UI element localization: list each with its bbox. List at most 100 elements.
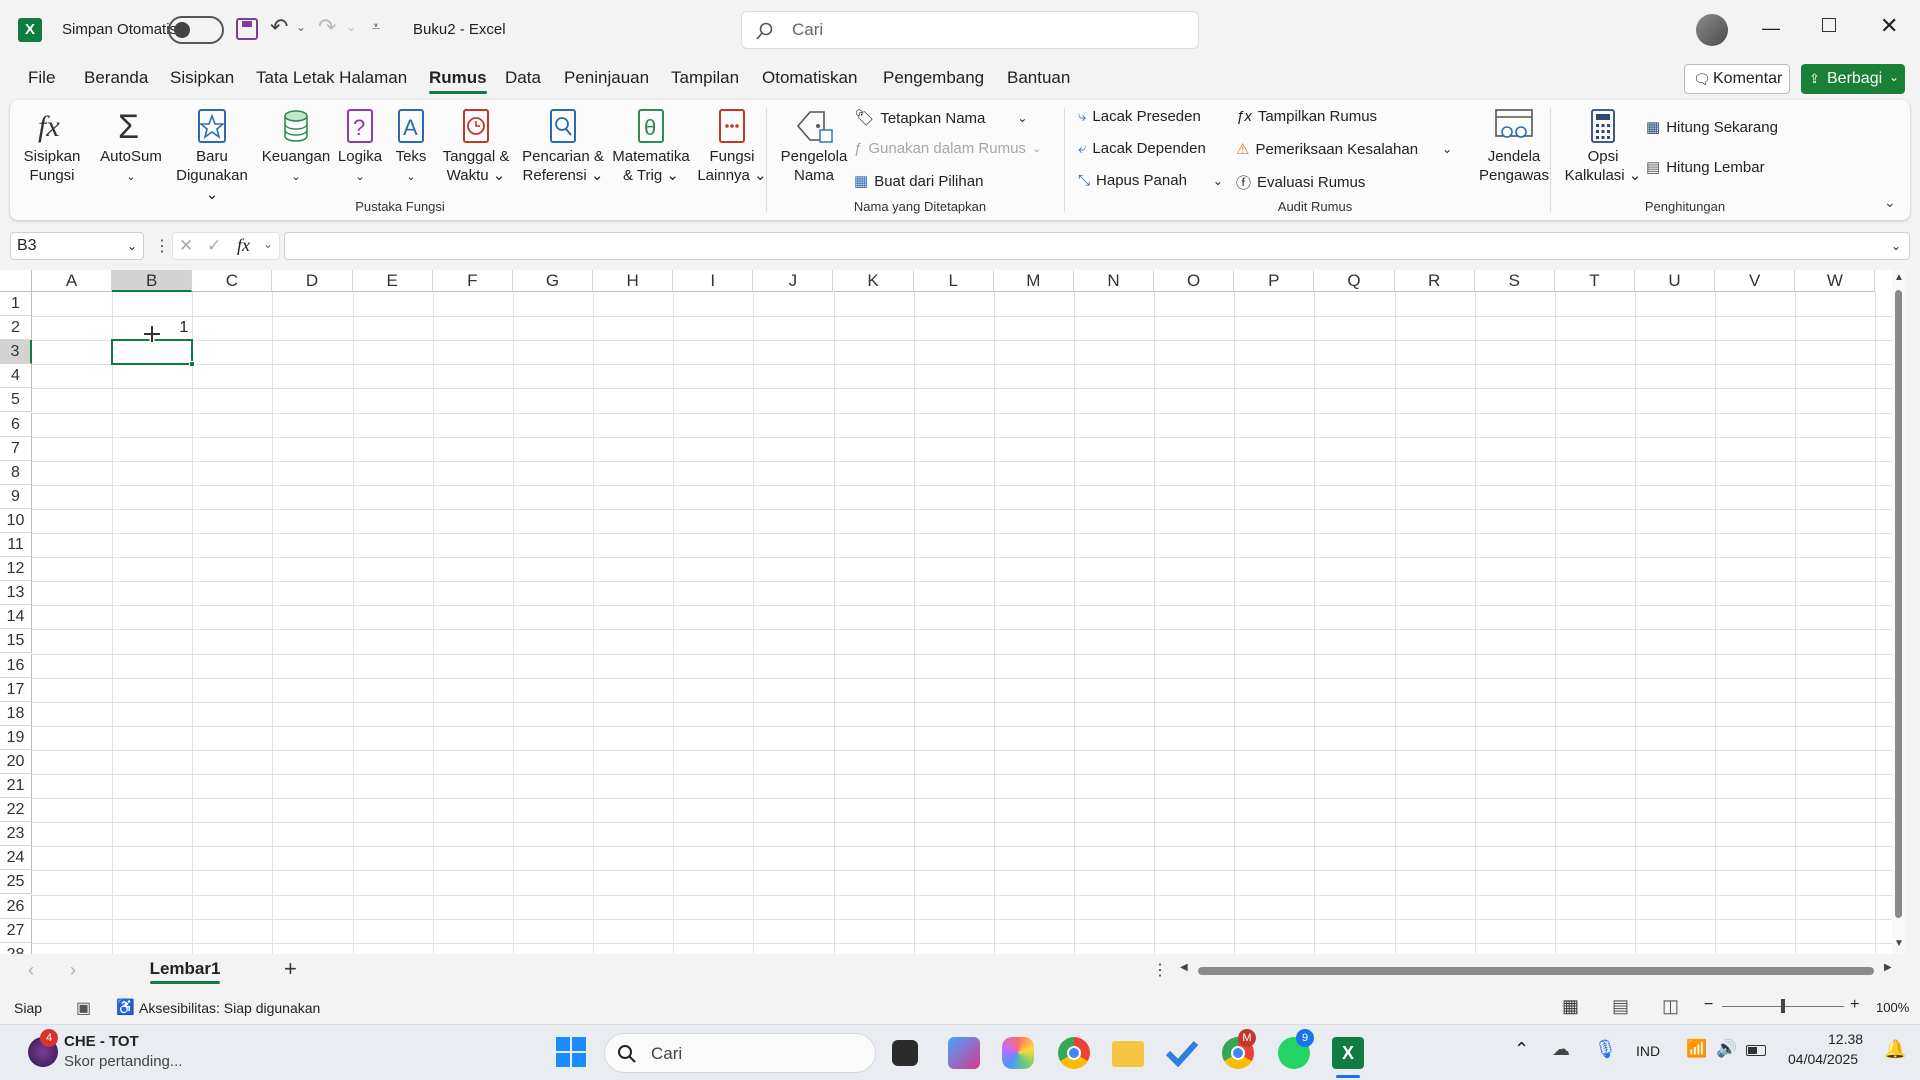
date-time-button[interactable]: Tanggal & Waktu ⌄ xyxy=(434,108,518,185)
math-trig-button[interactable]: θ Matematika & Trig ⌄ xyxy=(608,108,694,185)
row-header[interactable]: 16 xyxy=(0,653,32,678)
calculate-now-button[interactable]: ▦ Hitung Sekarang xyxy=(1646,118,1778,137)
scroll-left-icon[interactable]: ◀ xyxy=(1180,962,1188,973)
task-view-icon[interactable] xyxy=(892,1040,918,1066)
name-box[interactable]: B3 ⌄ xyxy=(10,232,144,260)
row-header[interactable]: 25 xyxy=(0,870,32,895)
vertical-scrollbar[interactable]: ▲ ▼ xyxy=(1892,270,1905,954)
use-in-formula-button[interactable]: ƒ Gunakan dalam Rumus ⌄ xyxy=(854,140,1041,157)
name-box-dropdown-icon[interactable]: ⌄ xyxy=(127,233,137,259)
column-header[interactable]: E xyxy=(352,270,433,292)
share-button[interactable]: ⇪ Berbagi ⌄ xyxy=(1801,64,1905,94)
macro-record-icon[interactable]: ▣ xyxy=(76,998,91,1018)
tab-tata-letak[interactable]: Tata Letak Halaman xyxy=(256,68,407,88)
row-header[interactable]: 3 xyxy=(0,340,32,365)
spreadsheet-grid[interactable]: ABCDEFGHIJKLMNOPQRSTUVW 1 2 3 4 5 6 7 8 9 10 11 12 1… xyxy=(0,270,1905,954)
column-header[interactable]: M xyxy=(993,270,1074,292)
column-header[interactable]: V xyxy=(1715,270,1796,292)
calc-options-button[interactable]: Opsi Kalkulasi ⌄ xyxy=(1562,108,1644,185)
row-header[interactable]: 22 xyxy=(0,798,32,823)
horizontal-scrollbar[interactable]: ◀ ▶ xyxy=(1178,962,1896,978)
undo-dropdown-icon[interactable]: ⌄ xyxy=(296,20,306,34)
column-header[interactable]: S xyxy=(1474,270,1555,292)
row-header[interactable]: 9 xyxy=(0,484,32,509)
collapse-ribbon-icon[interactable]: ⌄ xyxy=(1884,194,1896,211)
column-header[interactable]: L xyxy=(913,270,994,292)
column-header[interactable]: U xyxy=(1635,270,1716,292)
row-header[interactable]: 11 xyxy=(0,533,32,558)
column-header[interactable]: Q xyxy=(1314,270,1395,292)
input-language[interactable]: IND xyxy=(1636,1043,1660,1059)
sheet-tab-lembar1[interactable]: Lembar1 xyxy=(140,954,230,986)
column-header[interactable]: W xyxy=(1795,270,1876,292)
row-header[interactable]: 23 xyxy=(0,822,32,847)
tab-data[interactable]: Data xyxy=(505,68,541,88)
row-header[interactable]: 21 xyxy=(0,774,32,799)
row-header[interactable]: 26 xyxy=(0,894,32,919)
trace-precedents-button[interactable]: ⤷ Lacak Preseden xyxy=(1078,108,1201,125)
define-name-button[interactable]: 🏷 Tetapkan Nama ⌄ xyxy=(854,108,1027,128)
trace-dependents-button[interactable]: ⤶ Lacak Dependen xyxy=(1078,140,1206,157)
show-hidden-icons-icon[interactable]: ⌃ xyxy=(1514,1039,1529,1060)
redo-icon[interactable]: ↷ xyxy=(318,14,336,40)
column-header[interactable]: C xyxy=(192,270,273,292)
row-header[interactable]: 15 xyxy=(0,629,32,654)
fill-handle[interactable] xyxy=(189,361,196,368)
zoom-slider[interactable] xyxy=(1722,999,1844,1013)
taskbar-search[interactable]: Cari xyxy=(604,1033,876,1073)
autosum-button[interactable]: Σ AutoSum ⌄ xyxy=(98,108,164,187)
financial-button[interactable]: Keuangan ⌄ xyxy=(260,108,332,187)
clock-time[interactable]: 12.38 xyxy=(1828,1031,1863,1047)
recently-used-button[interactable]: Baru Digunakan ⌄ xyxy=(170,108,254,204)
row-header[interactable]: 13 xyxy=(0,581,32,606)
column-header[interactable]: H xyxy=(593,270,674,292)
logical-button[interactable]: ? Logika ⌄ xyxy=(336,108,384,187)
column-header[interactable]: O xyxy=(1154,270,1235,292)
tab-rumus[interactable]: Rumus xyxy=(429,68,487,94)
redo-dropdown-icon[interactable]: ⌄ xyxy=(346,20,356,34)
insert-function-button[interactable]: fx Sisipkan Fungsi xyxy=(22,108,82,185)
microphone-icon[interactable]: 🎙 xyxy=(1594,1039,1617,1060)
column-header[interactable]: R xyxy=(1394,270,1475,292)
column-header[interactable]: F xyxy=(432,270,513,292)
define-name-dropdown-icon[interactable]: ⌄ xyxy=(1017,111,1027,125)
row-header[interactable]: 1 xyxy=(0,292,32,317)
undo-icon[interactable]: ↶ xyxy=(270,14,288,40)
enter-icon[interactable]: ✓ xyxy=(207,236,221,256)
column-header[interactable]: B xyxy=(112,270,193,292)
normal-view-icon[interactable]: ▦ xyxy=(1562,996,1579,1017)
todo-icon[interactable] xyxy=(1166,1039,1198,1067)
create-from-selection-button[interactable]: ▦ Buat dari Pilihan xyxy=(854,172,983,191)
minimize-icon[interactable]: — xyxy=(1762,18,1780,39)
save-icon[interactable] xyxy=(236,18,258,40)
show-formulas-button[interactable]: ƒx Tampilkan Rumus xyxy=(1236,108,1377,125)
column-header[interactable]: G xyxy=(512,270,594,292)
row-header[interactable]: 28 xyxy=(0,942,32,954)
evaluate-formula-button[interactable]: ⓕ Evaluasi Rumus xyxy=(1236,172,1365,193)
column-header[interactable]: K xyxy=(833,270,914,292)
tab-otomatiskan[interactable]: Otomatiskan xyxy=(762,68,857,88)
row-header[interactable]: 4 xyxy=(0,364,32,389)
zoom-out-icon[interactable]: − xyxy=(1704,996,1713,1014)
column-header[interactable]: P xyxy=(1234,270,1315,292)
onedrive-icon[interactable]: ☁ xyxy=(1552,1039,1570,1060)
tab-pengembang[interactable]: Pengembang xyxy=(883,68,984,88)
chrome-icon[interactable] xyxy=(1058,1037,1090,1069)
widget-subtitle[interactable]: Skor pertanding... xyxy=(64,1053,182,1070)
copilot-icon[interactable] xyxy=(1002,1037,1034,1069)
name-manager-button[interactable]: Pengelola Nama xyxy=(774,108,854,185)
row-header[interactable]: 14 xyxy=(0,605,32,630)
row-header[interactable]: 18 xyxy=(0,701,32,726)
column-header[interactable]: D xyxy=(272,270,353,292)
comment-button[interactable]: 🗨 Komentar xyxy=(1684,64,1790,94)
notifications-icon[interactable]: 🔔 xyxy=(1884,1039,1906,1060)
row-header[interactable]: 12 xyxy=(0,557,32,582)
add-sheet-icon[interactable]: + xyxy=(284,956,297,982)
search-box[interactable]: Cari xyxy=(741,11,1199,49)
zoom-level[interactable]: 100% xyxy=(1876,1000,1909,1015)
next-sheet-icon[interactable]: › xyxy=(70,960,76,981)
scroll-right-icon[interactable]: ▶ xyxy=(1884,962,1892,973)
snipping-tool-icon[interactable] xyxy=(948,1037,980,1069)
battery-icon[interactable] xyxy=(1746,1045,1766,1056)
fx-dropdown-icon[interactable]: ⌄ xyxy=(263,237,273,251)
